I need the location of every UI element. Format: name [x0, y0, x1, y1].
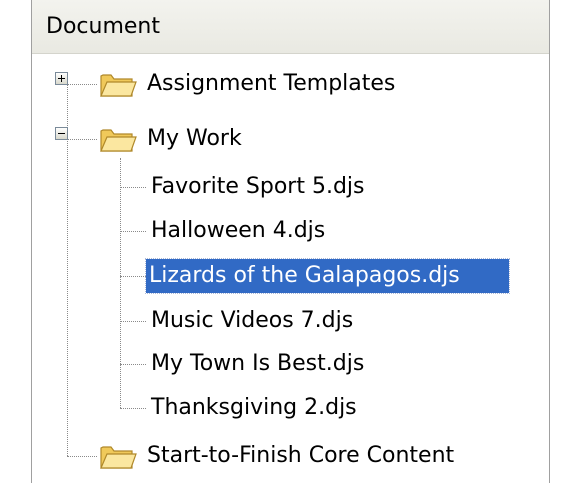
- tree-line-children: [120, 158, 121, 408]
- panel-right-border: [549, 0, 550, 483]
- tree-file-item[interactable]: Halloween 4.djs: [148, 214, 328, 248]
- tree-file-item[interactable]: My Town Is Best.djs: [148, 347, 367, 381]
- tree-line-folder-3: [67, 456, 97, 457]
- column-header-title: Document: [46, 14, 160, 39]
- tree-file-item-selected[interactable]: Lizards of the Galapagos.djs: [145, 258, 510, 294]
- folder-open-icon: [100, 129, 137, 152]
- tree-line-file-6: [120, 408, 146, 409]
- folder-icon: [100, 74, 137, 97]
- minus-icon: [58, 133, 65, 134]
- tree-line-file-4: [120, 321, 146, 322]
- folder-icon: [100, 446, 137, 469]
- tree-file-item[interactable]: Thanksgiving 2.djs: [148, 391, 360, 425]
- panel-left-border: [31, 0, 32, 483]
- tree-line-file-2: [120, 231, 146, 232]
- tree-folder-assignment-templates[interactable]: Assignment Templates: [144, 67, 398, 101]
- collapse-toggle-my-work[interactable]: [55, 127, 68, 140]
- tree-line-folder-1: [67, 84, 97, 85]
- tree-file-item[interactable]: Favorite Sport 5.djs: [148, 170, 368, 204]
- column-header[interactable]: Document: [32, 0, 549, 54]
- tree-line-file-1: [120, 187, 146, 188]
- plus-icon-vertical: [61, 75, 62, 82]
- document-tree-panel: Document Assignment Templates My Work Fa…: [0, 0, 566, 483]
- tree-line-file-5: [120, 364, 146, 365]
- tree-line-file-3: [120, 276, 146, 277]
- tree-line-folder-2: [67, 139, 97, 140]
- tree-folder-my-work[interactable]: My Work: [144, 122, 245, 156]
- expand-toggle-assignment-templates[interactable]: [55, 72, 68, 85]
- tree-file-item[interactable]: Music Videos 7.djs: [148, 304, 356, 338]
- tree-folder-start-to-finish[interactable]: Start-to-Finish Core Content: [144, 439, 457, 473]
